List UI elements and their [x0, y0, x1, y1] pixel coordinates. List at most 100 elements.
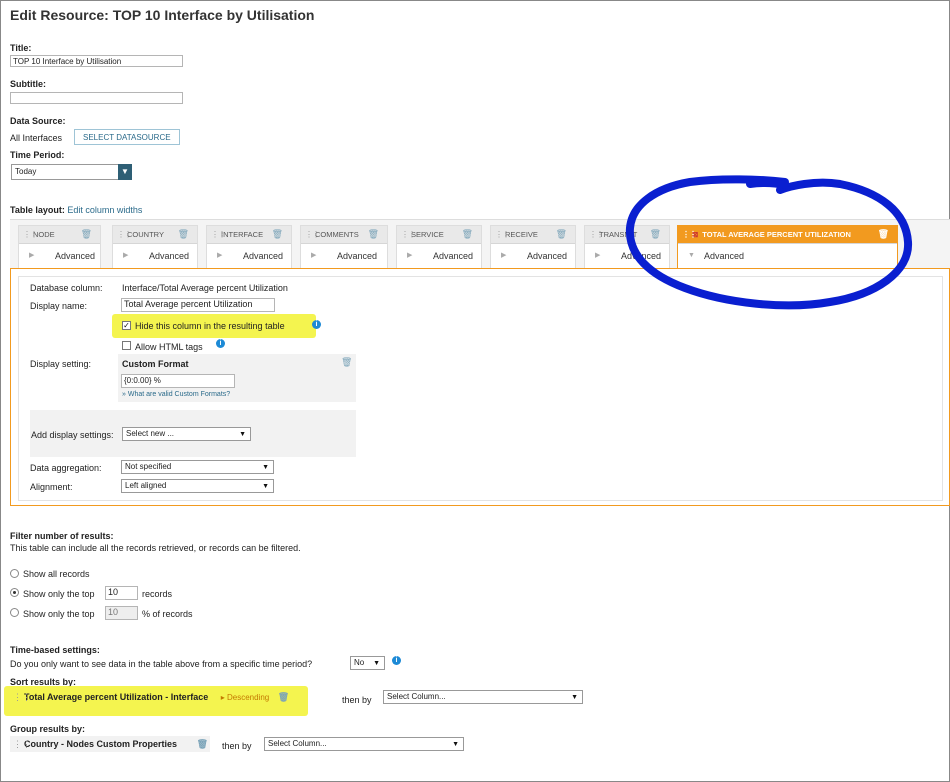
show-all-radio[interactable] — [10, 569, 19, 578]
chevron-down-icon: ▼ — [262, 464, 269, 471]
hide-column-checkbox[interactable]: ✓ — [122, 321, 131, 330]
time-period-select[interactable]: Today ▼ — [11, 164, 132, 180]
sort-direction-toggle[interactable]: ▸ Descending — [221, 693, 270, 702]
time-based-select[interactable]: No ▼ — [350, 656, 385, 670]
chevron-down-icon[interactable]: ▼ — [118, 164, 132, 180]
drag-handle-icon[interactable]: ⋮⋮ — [117, 226, 132, 243]
advanced-toggle[interactable]: Advanced — [243, 251, 283, 261]
sort-then-select[interactable]: Select Column... ▼ — [383, 690, 583, 704]
column-name: INTERFACE — [221, 230, 264, 239]
sort-field: Total Average percent Utilization - Inte… — [24, 692, 209, 702]
trash-icon[interactable]: 🗑 — [341, 357, 352, 368]
chevron-down-icon: ▼ — [262, 483, 269, 490]
advanced-toggle[interactable]: Advanced — [527, 251, 567, 261]
db-column-value: Interface/Total Average percent Utilizat… — [122, 283, 288, 293]
advanced-toggle[interactable]: Advanced — [55, 251, 95, 261]
trash-icon[interactable]: 🗑 — [197, 736, 208, 752]
group-chip[interactable]: ⋮⋮ Country - Nodes Custom Properties 🗑 — [10, 736, 210, 752]
info-icon[interactable]: i — [216, 339, 225, 348]
drag-handle-icon[interactable]: ⋮⋮ — [13, 736, 31, 752]
trash-icon[interactable]: 🗑 — [81, 226, 92, 243]
caret-right-icon: ▶ — [311, 252, 317, 259]
show-all-label: Show all records — [23, 569, 90, 579]
show-top-radio[interactable] — [10, 588, 19, 597]
trash-icon[interactable]: 🗑 — [462, 226, 473, 243]
display-name-label: Display name: — [30, 301, 88, 311]
column-tab-interface[interactable]: ⋮⋮ INTERFACE 🗑 ▶ Advanced — [206, 225, 292, 269]
table-layout-row: Table layout: Edit column widths — [10, 205, 142, 215]
custom-format-input[interactable]: {0:0.00} % — [121, 374, 235, 388]
show-pct-input[interactable]: 10 — [105, 606, 138, 620]
trash-icon[interactable]: 🗑 — [556, 226, 567, 243]
column-name: COUNTRY — [127, 230, 164, 239]
aggregation-select[interactable]: Not specified ▼ — [121, 460, 274, 474]
drag-handle-icon[interactable]: ⋮⋮ — [305, 226, 320, 243]
trash-icon[interactable]: 🗑 — [178, 226, 189, 243]
display-name-input[interactable]: Total Average percent Utilization — [121, 298, 275, 312]
sort-chip[interactable]: ⋮⋮ Total Average percent Utilization - I… — [10, 689, 332, 705]
select-datasource-button[interactable]: SELECT DATASOURCE — [74, 129, 180, 145]
info-icon[interactable]: i — [392, 656, 401, 665]
add-display-label: Add display settings: — [31, 430, 114, 440]
alignment-select[interactable]: Left aligned ▼ — [121, 479, 274, 493]
filter-heading: Filter number of results: — [10, 531, 114, 541]
sort-then-value: Select Column... — [387, 692, 446, 701]
drag-handle-icon[interactable]: ⋮⋮ — [589, 226, 604, 243]
time-based-question: Do you only want to see data in the tabl… — [10, 659, 313, 669]
column-tab-node[interactable]: ⋮⋮ NODE 🗑 ▶ Advanced — [18, 225, 101, 269]
custom-format-help-link[interactable]: What are valid Custom Formats? — [128, 391, 230, 398]
column-name: COMMENTS — [315, 230, 359, 239]
trash-icon[interactable]: 🗑 — [368, 226, 379, 243]
advanced-toggle[interactable]: Advanced — [337, 251, 377, 261]
group-then-by: then by — [222, 741, 252, 751]
display-setting-label: Display setting: — [30, 359, 92, 369]
show-top-prefix: Show only the top — [23, 589, 95, 599]
time-based-heading: Time-based settings: — [10, 645, 100, 655]
caret-right-icon: ▶ — [29, 252, 35, 259]
add-display-select[interactable]: Select new ... ▼ — [122, 427, 251, 441]
custom-format-help[interactable]: » What are valid Custom Formats? — [122, 391, 230, 398]
info-icon[interactable]: i — [312, 320, 321, 329]
advanced-toggle[interactable]: Advanced — [433, 251, 473, 261]
drag-handle-icon[interactable]: ⋮⋮ — [211, 226, 226, 243]
column-tab-service[interactable]: ⋮⋮ SERVICE 🗑 ▶ Advanced — [396, 225, 482, 269]
alignment-label: Alignment: — [30, 482, 73, 492]
datasource-value: All Interfaces — [10, 133, 63, 143]
custom-format-title: Custom Format — [122, 359, 189, 369]
group-field: Country - Nodes Custom Properties — [24, 739, 178, 749]
allow-html-checkbox[interactable] — [122, 341, 131, 350]
group-then-select[interactable]: Select Column... ▼ — [264, 737, 464, 751]
drag-handle-icon[interactable]: ⋮⋮ — [23, 226, 38, 243]
allow-html-label: Allow HTML tags — [135, 342, 203, 352]
chevron-down-icon: ▼ — [239, 431, 246, 438]
annotation-circle — [625, 175, 913, 310]
advanced-toggle[interactable]: Advanced — [149, 251, 189, 261]
trash-icon[interactable]: 🗑 — [278, 692, 289, 702]
add-display-value: Select new ... — [126, 429, 175, 438]
caret-right-icon: ▶ — [123, 252, 129, 259]
show-pct-radio[interactable] — [10, 608, 19, 617]
subtitle-input[interactable] — [10, 92, 183, 104]
show-top-input[interactable]: 10 — [105, 586, 138, 600]
chevron-down-icon: ▼ — [571, 694, 578, 701]
show-pct-prefix: Show only the top — [23, 609, 95, 619]
db-column-label: Database column: — [30, 283, 103, 293]
edit-column-widths-link[interactable]: Edit column widths — [67, 205, 142, 215]
drag-handle-icon[interactable]: ⋮⋮ — [495, 226, 510, 243]
title-input[interactable]: TOP 10 Interface by Utilisation — [10, 55, 183, 67]
drag-handle-icon[interactable]: ⋮⋮ — [13, 689, 31, 705]
trash-icon[interactable]: 🗑 — [272, 226, 283, 243]
drag-handle-icon[interactable]: ⋮⋮ — [401, 226, 416, 243]
column-tab-comments[interactable]: ⋮⋮ COMMENTS 🗑 ▶ Advanced — [300, 225, 388, 269]
column-name: SERVICE — [411, 230, 444, 239]
sort-direction: Descending — [226, 693, 270, 702]
chevron-down-icon: ▼ — [373, 660, 380, 667]
column-tab-receive[interactable]: ⋮⋮ RECEIVE 🗑 ▶ Advanced — [490, 225, 576, 269]
show-top-suffix: records — [142, 589, 173, 599]
column-tab-country[interactable]: ⋮⋮ COUNTRY 🗑 ▶ Advanced — [112, 225, 198, 269]
aggregation-value: Not specified — [125, 462, 172, 471]
time-based-value: No — [354, 658, 365, 667]
group-then-value: Select Column... — [268, 739, 327, 748]
aggregation-label: Data aggregation: — [30, 463, 102, 473]
show-pct-suffix: % of records — [142, 609, 193, 619]
